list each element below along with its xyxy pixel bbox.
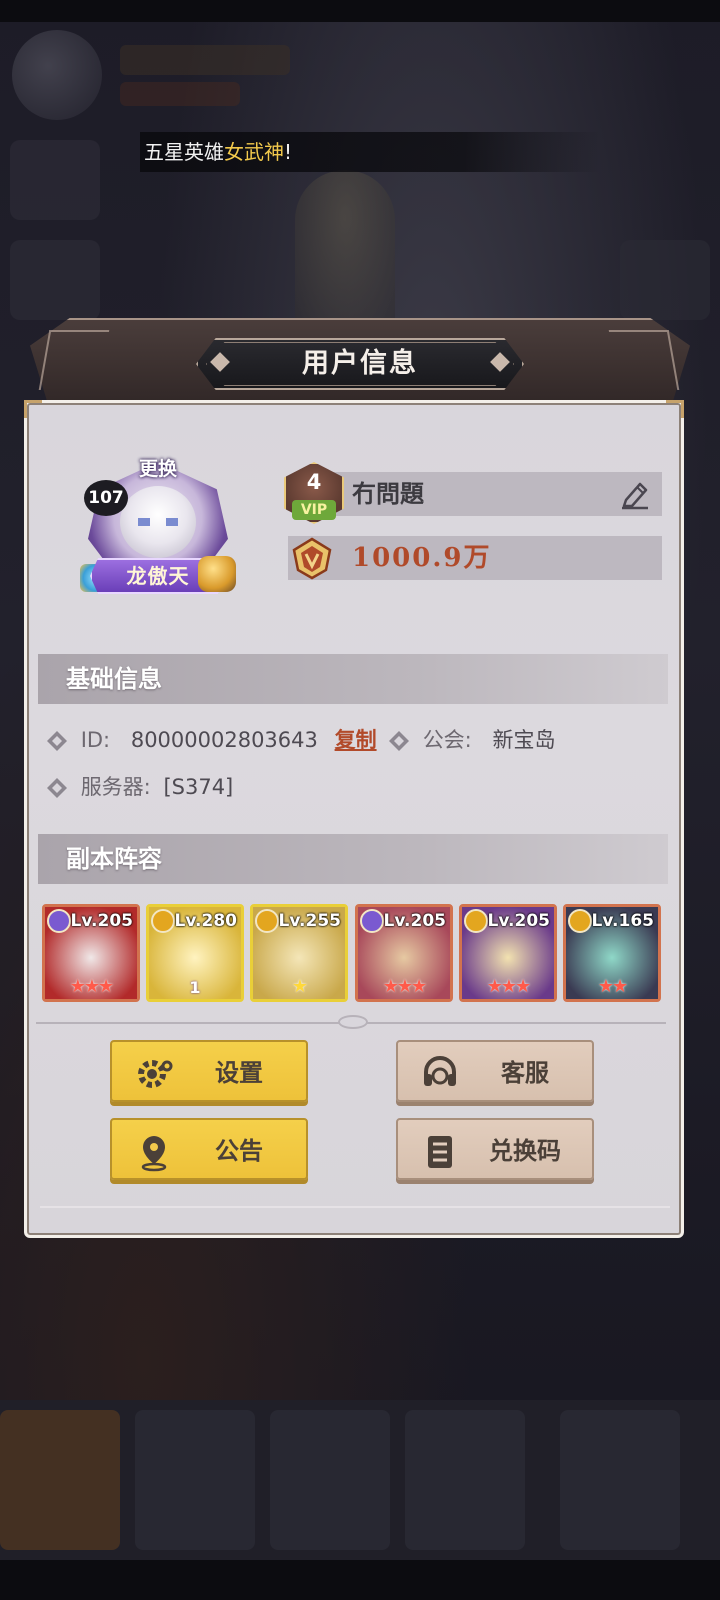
- code-book-icon: [428, 1136, 452, 1168]
- bottom-ornament: [40, 1206, 670, 1224]
- id-value: 80000002803643: [130, 728, 318, 752]
- vip-label: VIP: [292, 500, 336, 520]
- vip-level: 4: [306, 470, 322, 494]
- background-side-button: [10, 140, 100, 220]
- hero-stars: ★★★: [382, 976, 427, 997]
- hero-card[interactable]: Lv.205 ★★★: [459, 904, 557, 1002]
- corner-ornament: [24, 400, 42, 418]
- background-nav-tab: [135, 1410, 255, 1550]
- background-side-button: [10, 240, 100, 320]
- divider-ornament: [338, 1015, 368, 1029]
- background-name-bar: [120, 45, 290, 75]
- change-avatar-label[interactable]: 更换: [128, 456, 188, 482]
- guild-row: 公会: 新宝岛: [388, 722, 555, 758]
- background-nav-tab: [0, 1410, 120, 1550]
- headset-icon: [424, 1056, 456, 1086]
- name-bar: [294, 472, 662, 516]
- hero-mascot-icon: [198, 556, 236, 592]
- player-name: 冇問題: [352, 480, 424, 508]
- background-avatar: [12, 30, 102, 120]
- header-ornament-left: [38, 330, 110, 390]
- settings-label: 设置: [215, 1059, 263, 1087]
- diamond-bullet-icon: [47, 778, 67, 798]
- background-side-button: [620, 240, 710, 320]
- avatar[interactable]: 更换 107 龙傲天: [78, 452, 238, 602]
- hero-class-icon: [568, 909, 592, 933]
- lineup-title: 副本阵容: [66, 845, 162, 873]
- marquee-prefix: 五星英雄: [144, 140, 224, 164]
- hero-class-icon: [464, 909, 488, 933]
- hero-card[interactable]: Lv.280 1: [146, 904, 244, 1002]
- background-nav-tab: [560, 1410, 680, 1550]
- announcement-label: 公告: [215, 1137, 263, 1165]
- hero-stars: ★★★: [486, 976, 531, 997]
- status-bar: [0, 0, 720, 22]
- power-crest-icon: [292, 537, 332, 580]
- id-label: ID:: [80, 728, 111, 752]
- basic-info-title: 基础信息: [66, 665, 162, 693]
- hero-level: Lv.165: [591, 911, 654, 931]
- customer-service-label: 客服: [501, 1059, 549, 1087]
- marquee-highlight: 女武神: [224, 140, 284, 164]
- hero-class-icon: [255, 909, 279, 933]
- hero-level: Lv.255: [278, 911, 341, 931]
- hero-class-icon: [151, 909, 175, 933]
- guild-value: 新宝岛: [492, 728, 556, 752]
- id-row: ID: 80000002803643 复制: [46, 722, 377, 758]
- power-value: 1000.9万: [352, 543, 492, 573]
- hero-stars: ★★★: [69, 976, 114, 997]
- background-power-bar: [120, 82, 240, 106]
- customer-service-button[interactable]: 客服: [396, 1040, 594, 1102]
- hero-card[interactable]: Lv.205 ★★★: [355, 904, 453, 1002]
- avatar-eyes: [138, 518, 178, 526]
- background-nav-tab: [270, 1410, 390, 1550]
- location-pin-icon: [141, 1136, 167, 1172]
- hero-class-icon: [360, 909, 384, 933]
- lineup-header: 副本阵容: [38, 834, 668, 884]
- navigation-bar: [0, 1560, 720, 1600]
- gear-icon: [138, 1060, 173, 1088]
- basic-info-header: 基础信息: [38, 654, 668, 704]
- corner-ornament: [666, 400, 684, 418]
- announcement-marquee: 五星英雄女武神!: [140, 132, 600, 172]
- server-row: 服务器: [S374]: [46, 769, 233, 805]
- background-statue: [295, 170, 395, 330]
- diamond-bullet-icon: [47, 731, 67, 751]
- guild-label: 公会:: [422, 728, 472, 752]
- diamond-bullet-icon: [389, 731, 409, 751]
- player-level-badge: 107: [84, 480, 128, 516]
- hero-level: Lv.280: [174, 911, 237, 931]
- hero-level: Lv.205: [70, 911, 133, 931]
- redeem-code-button[interactable]: 兑换码: [396, 1118, 594, 1180]
- server-value: [S374]: [163, 775, 234, 799]
- announcement-button[interactable]: 公告: [110, 1118, 308, 1180]
- hero-card[interactable]: Lv.165 ★★: [563, 904, 661, 1002]
- hero-stars: ★★: [597, 976, 628, 997]
- server-label: 服务器:: [80, 775, 151, 799]
- hero-card[interactable]: Lv.255 ★: [250, 904, 348, 1002]
- hero-awaken-level: 1: [189, 978, 201, 997]
- copy-id-button[interactable]: 复制: [335, 728, 377, 752]
- hero-stars: ★: [291, 976, 308, 997]
- settings-button[interactable]: 设置: [110, 1040, 308, 1102]
- marquee-suffix: !: [284, 140, 293, 164]
- header-ornament-right: [608, 330, 680, 390]
- dialog-title: 用户信息: [302, 348, 418, 379]
- background-nav-tab: [405, 1410, 525, 1550]
- hero-level: Lv.205: [383, 911, 446, 931]
- hero-class-icon: [47, 909, 71, 933]
- hero-card[interactable]: Lv.205 ★★★: [42, 904, 140, 1002]
- redeem-code-label: 兑换码: [489, 1137, 561, 1165]
- edit-name-icon[interactable]: [618, 476, 652, 510]
- hero-level: Lv.205: [487, 911, 550, 931]
